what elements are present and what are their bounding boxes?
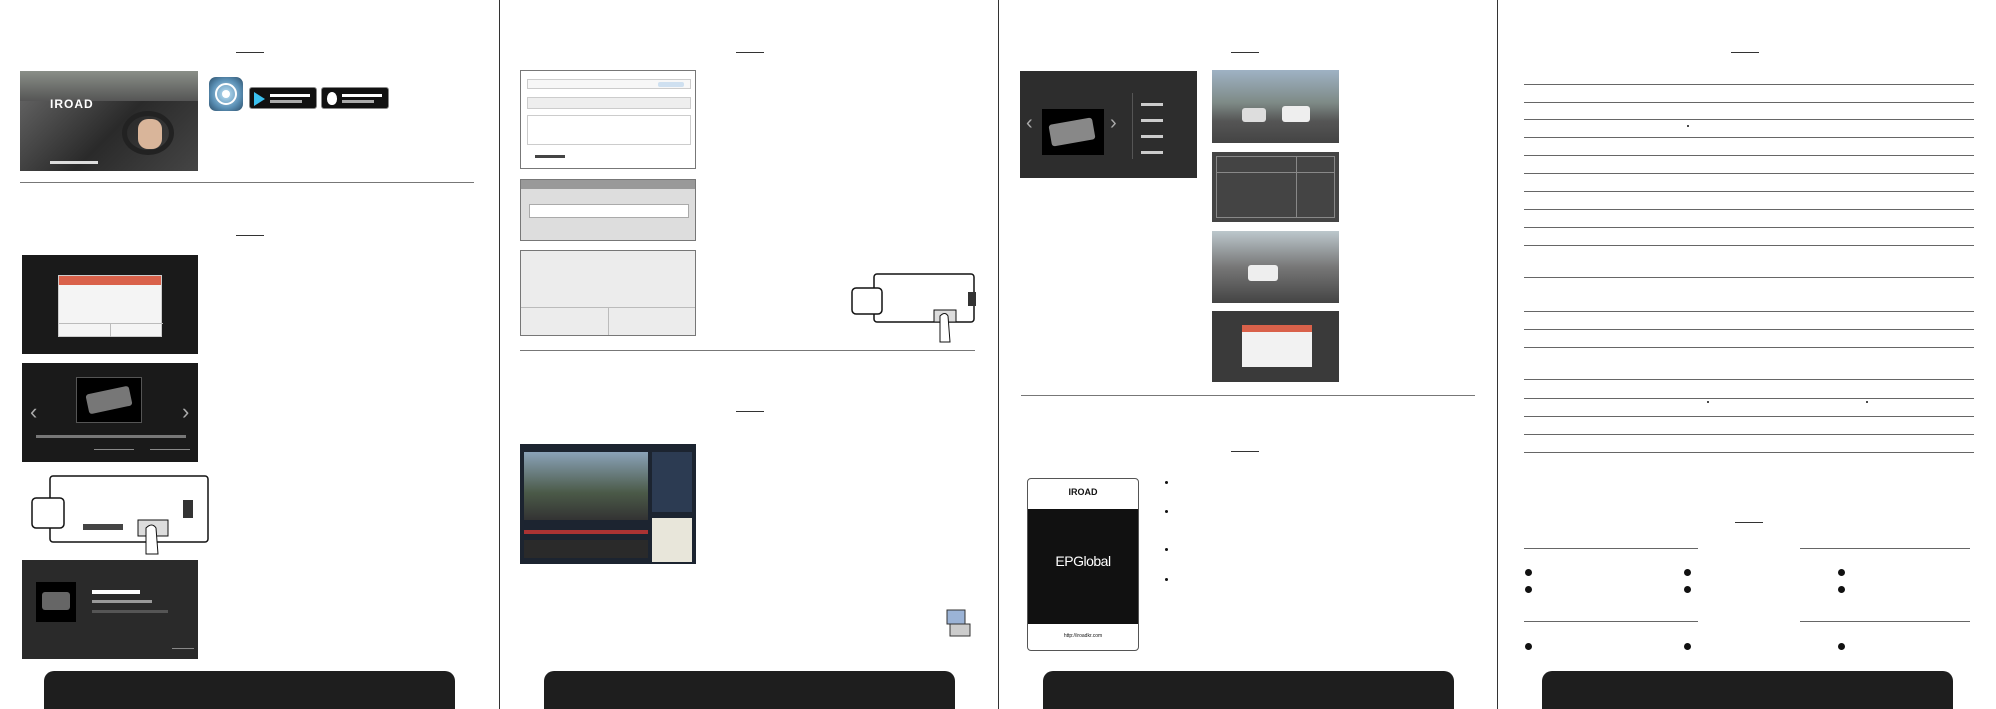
chevron-left-icon[interactable]: ‹: [30, 401, 37, 423]
video-logo: IROAD: [50, 97, 94, 111]
bullet-point: [1684, 586, 1691, 593]
section-divider: [1021, 395, 1475, 396]
footer-bar: [44, 671, 455, 709]
chevron-left-icon[interactable]: ‹: [1026, 113, 1033, 133]
google-play-icon: [254, 92, 265, 106]
bullet-point: [1684, 569, 1691, 576]
google-play-badge[interactable]: [249, 87, 317, 109]
panel-4: [1497, 0, 1995, 709]
panel-1: IROAD ‹ ›: [0, 0, 498, 709]
section-title-mark: [236, 52, 264, 55]
app-store-icon: [327, 92, 337, 105]
product-info-screenshot: [22, 560, 198, 659]
section-divider: [20, 182, 474, 183]
brand-card-logo: IROAD: [1068, 487, 1098, 497]
chevron-right-icon[interactable]: ›: [1110, 113, 1117, 133]
section-title-mark: [1731, 52, 1759, 55]
section-divider: [520, 350, 975, 351]
bullet-point: [1525, 643, 1532, 650]
dialog-header: [59, 276, 161, 285]
chevron-right-icon[interactable]: ›: [182, 401, 189, 423]
bullet-point: [1838, 586, 1845, 593]
section-title-mark: [1231, 52, 1259, 55]
bullet-point: [1165, 481, 1168, 484]
panel-3: ‹ › IROAD EPGlobal http://iroadkr.com: [998, 0, 1496, 709]
bullet-point: [1165, 510, 1168, 513]
camera-image: [76, 377, 142, 423]
dialog-screenshot: [22, 255, 198, 354]
section-title-mark: [236, 235, 264, 238]
search-screenshot: [520, 70, 696, 169]
video-thumbnail[interactable]: IROAD: [20, 71, 198, 171]
app-home-screenshot: ‹ ›: [1020, 71, 1197, 178]
menu-grid-screenshot: [1212, 152, 1339, 222]
viewer-screenshot: [520, 444, 696, 564]
section-title-mark: [1735, 522, 1763, 525]
section-title-mark: [1231, 451, 1259, 454]
road-screenshot-2: [1212, 231, 1339, 303]
empty-dialog-screenshot: [520, 250, 696, 336]
bullet-point: [1525, 569, 1532, 576]
installer-icon[interactable]: [944, 608, 972, 640]
app-icon[interactable]: [209, 77, 243, 111]
device-button-illustration: [851, 273, 976, 343]
brand-card-url[interactable]: http://iroadkr.com: [1028, 633, 1138, 639]
bullet-point: [1525, 586, 1532, 593]
section-title-mark: [736, 411, 764, 414]
device-button-illustration: [31, 475, 209, 555]
panel-2: [499, 0, 997, 709]
footer-bar: [1542, 671, 1953, 709]
brand-card-product: EPGlobal: [1055, 553, 1111, 569]
road-screenshot-1: [1212, 70, 1339, 143]
brand-card: IROAD EPGlobal http://iroadkr.com: [1027, 478, 1139, 651]
login-screenshot: [520, 179, 696, 241]
footer-bar: [544, 671, 955, 709]
bullet-point: [1838, 643, 1845, 650]
footer-bar: [1043, 671, 1454, 709]
app-store-badge[interactable]: [321, 87, 389, 109]
bullet-point: [1165, 578, 1168, 581]
bullet-point: [1165, 548, 1168, 551]
bullet-point: [1684, 643, 1691, 650]
section-title-mark: [736, 52, 764, 55]
dialog-screenshot: [1212, 311, 1339, 382]
product-carousel-screenshot: ‹ ›: [22, 363, 198, 462]
bullet-point: [1838, 569, 1845, 576]
